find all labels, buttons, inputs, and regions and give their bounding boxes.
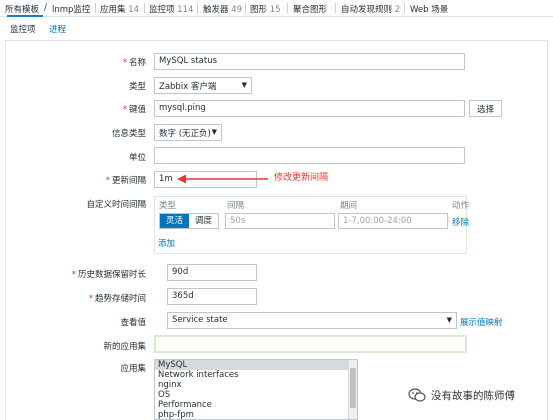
nav-divider (144, 3, 145, 13)
list-item[interactable]: MySQL (155, 360, 357, 370)
valuemap-label: 查看值 (120, 318, 146, 328)
nav-template-name[interactable]: lnmp监控 (52, 3, 90, 15)
nav-graphs[interactable]: 图形 15 (250, 3, 281, 15)
nav-all-templates[interactable]: 所有模板 (5, 3, 39, 15)
nav-divider (245, 3, 246, 13)
custom-intervals-label: 自定义时间间隔 (86, 200, 146, 210)
breadcrumb-nav: 所有模板 / lnmp监控 应用集 14 监控项 114 触发器 49 图形 1… (0, 0, 553, 17)
nav-triggers[interactable]: 触发器 49 (203, 3, 242, 15)
col-interval-header: 间隔 (227, 201, 245, 211)
units-label: 单位 (128, 153, 146, 163)
info-type-select[interactable]: 数字 (无正负) ▼ (154, 124, 222, 141)
list-item[interactable]: OS (155, 390, 357, 400)
new-application-label: 新的应用集 (103, 342, 146, 352)
new-application-input[interactable] (154, 335, 467, 353)
trends-label: * 趋势存储时间 (88, 294, 146, 304)
applications-listbox[interactable]: MySQL Network interfaces nginx OS Perfor… (154, 359, 358, 420)
interval-annotation: 修改更新间隔 (274, 173, 329, 183)
valuemap-select[interactable]: Service state ▼ (167, 312, 457, 329)
custom-intervals-table: 类型 间隔 期间 动作 灵活 调度 50s 1-7,00:00-24:00 移除… (154, 196, 470, 254)
scrollbar-thumb[interactable] (350, 368, 356, 408)
nav-divider (95, 3, 96, 13)
col-action-header: 动作 (452, 201, 470, 211)
show-value-mappings-link[interactable]: 展示值映射 (460, 316, 503, 328)
nav-separator: / (44, 3, 47, 13)
scheduling-option[interactable]: 调度 (189, 214, 218, 228)
nav-discovery[interactable]: 自动发现规则 2 (341, 3, 400, 15)
watermark: 没有故事的陈师傅 (408, 385, 515, 405)
add-interval-link[interactable]: 添加 (158, 237, 175, 249)
col-type-header: 类型 (159, 201, 177, 211)
info-type-label: 信息类型 (111, 129, 146, 139)
nav-divider (404, 3, 405, 13)
select-key-button[interactable]: 选择 (469, 100, 503, 117)
name-label: * 名称 (122, 58, 146, 68)
tab-process[interactable]: 进程 (49, 23, 66, 35)
interval-label: * 更新间隔 (105, 176, 146, 186)
type-label: 类型 (128, 82, 146, 92)
units-input[interactable] (154, 147, 465, 164)
listbox-scrollbar[interactable] (348, 360, 357, 419)
custom-period-input[interactable]: 1-7,00:00-24:00 (338, 213, 448, 229)
nav-screens[interactable]: 聚合图形 (293, 3, 327, 15)
list-item[interactable]: Network interfaces (155, 370, 357, 380)
annotation-arrow-icon (177, 174, 268, 184)
flexible-option[interactable]: 灵活 (160, 214, 189, 228)
list-item[interactable]: php-fpm (155, 410, 357, 419)
col-period-header: 期间 (340, 201, 358, 211)
wechat-logo-icon (408, 388, 426, 402)
type-select[interactable]: Zabbix 客户端 ▼ (154, 77, 252, 94)
nav-items[interactable]: 监控项 114 (149, 3, 193, 15)
list-item[interactable]: nginx (155, 380, 357, 390)
nav-divider (287, 3, 288, 13)
nav-web[interactable]: Web 场景 (410, 3, 448, 15)
nav-divider (197, 3, 198, 13)
key-label: * 键值 (122, 105, 146, 115)
history-label: * 历史数据保留时长 (71, 270, 146, 280)
nav-applications[interactable]: 应用集 14 (100, 3, 139, 15)
form-tabs: 监控项 进程 (0, 20, 553, 40)
chevron-down-icon: ▼ (446, 316, 452, 324)
trends-input[interactable]: 365d (167, 288, 257, 305)
custom-interval-input[interactable]: 50s (225, 213, 335, 229)
list-item[interactable]: Performance (155, 400, 357, 410)
tab-active-indicator (7, 15, 43, 17)
chevron-down-icon: ▼ (241, 81, 247, 89)
key-input[interactable]: mysql.ping (154, 100, 465, 117)
remove-interval-link[interactable]: 移除 (452, 216, 469, 228)
history-input[interactable]: 90d (167, 264, 257, 281)
name-input[interactable]: MySQL status (154, 53, 465, 70)
applications-label: 应用集 (120, 364, 146, 374)
interval-type-toggle: 灵活 调度 (159, 213, 219, 229)
tab-item[interactable]: 监控项 (10, 23, 36, 35)
nav-divider (335, 3, 336, 13)
chevron-down-icon: ▼ (211, 128, 217, 136)
